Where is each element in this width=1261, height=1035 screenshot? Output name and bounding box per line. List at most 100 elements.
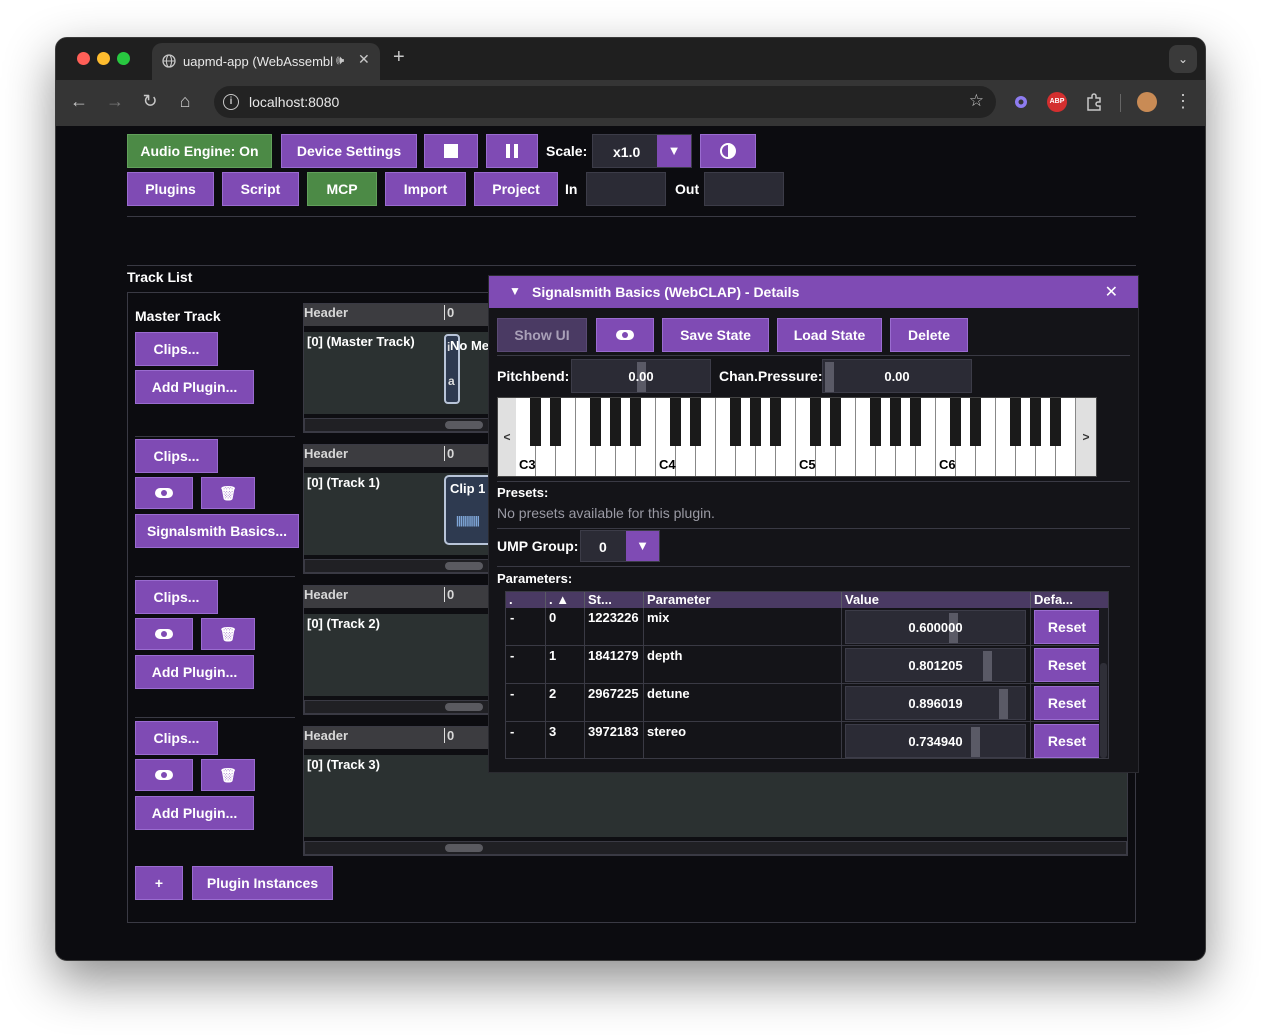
browser-tab[interactable]: uapmd-app (WebAssembl 🕪 ✕ [152, 43, 380, 80]
theme-toggle-button[interactable] [700, 134, 756, 168]
param-value-slider[interactable]: 0.896019 [845, 686, 1026, 720]
speaker-icon[interactable]: 🕪 [336, 52, 344, 68]
black-key[interactable] [1010, 398, 1021, 446]
close-window-button[interactable] [77, 52, 90, 65]
more-menu-icon[interactable]: ⋮ [1171, 91, 1195, 112]
audio-engine-toggle[interactable]: Audio Engine: On [127, 134, 272, 168]
col-header-flag[interactable]: . [506, 592, 545, 608]
abp-icon[interactable]: ABP [1047, 92, 1067, 112]
param-value-slider[interactable]: 0.600000 [845, 610, 1026, 644]
reset-button[interactable]: Reset [1034, 648, 1100, 682]
chan-pressure-slider[interactable]: 0.00 [822, 359, 972, 393]
param-value-slider[interactable]: 0.734940 [845, 724, 1026, 758]
lane-scrollbar[interactable] [304, 841, 1127, 855]
puzzle-icon[interactable] [1084, 92, 1104, 112]
black-key[interactable] [670, 398, 681, 446]
black-key[interactable] [770, 398, 781, 446]
import-button[interactable]: Import [385, 172, 466, 206]
lane-scroll-thumb[interactable] [445, 421, 483, 429]
black-key[interactable] [1030, 398, 1041, 446]
pitchbend-slider[interactable]: 0.00 [571, 359, 711, 393]
track3-bypass-toggle[interactable] [135, 759, 193, 791]
black-key[interactable] [890, 398, 901, 446]
ump-group-select[interactable]: 0 ▼ [580, 530, 660, 562]
reset-button[interactable]: Reset [1034, 686, 1100, 720]
param-value-grab[interactable] [999, 689, 1008, 719]
col-header-value[interactable]: Value [841, 592, 1030, 608]
close-tab-icon[interactable]: ✕ [358, 51, 370, 68]
scale-select[interactable]: x1.0 ▼ [592, 134, 692, 168]
scale-dropdown-button[interactable]: ▼ [657, 135, 691, 167]
black-key[interactable] [950, 398, 961, 446]
black-key[interactable] [870, 398, 881, 446]
track2-bypass-toggle[interactable] [135, 618, 193, 650]
add-track-button[interactable]: + [135, 866, 183, 900]
track3-clips-button[interactable]: Clips... [135, 721, 218, 755]
signalsmith-basics-button[interactable]: Signalsmith Basics... [135, 514, 299, 548]
black-key[interactable] [630, 398, 641, 446]
back-arrow-icon[interactable]: ← [67, 91, 91, 112]
track2-add-plugin-button[interactable]: Add Plugin... [135, 655, 254, 689]
black-key[interactable] [530, 398, 541, 446]
black-key[interactable] [550, 398, 561, 446]
avatar[interactable] [1137, 92, 1157, 112]
black-key[interactable] [590, 398, 601, 446]
lane-scroll-thumb[interactable] [445, 703, 483, 711]
chan-pressure-grab[interactable] [825, 362, 834, 392]
site-info-icon[interactable]: i [223, 94, 239, 110]
track3-add-plugin-button[interactable]: Add Plugin... [135, 796, 254, 830]
piano-scroll-left[interactable]: < [498, 398, 516, 476]
track2-delete-button[interactable]: 🗑 [201, 618, 255, 650]
out-field[interactable] [704, 172, 784, 206]
mcp-button[interactable]: MCP [307, 172, 377, 206]
track1-delete-button[interactable]: 🗑 [201, 477, 255, 509]
piano-scroll-right[interactable]: > [1076, 398, 1096, 476]
in-field[interactable] [586, 172, 666, 206]
master-clips-button[interactable]: Clips... [135, 332, 218, 366]
plugin-instances-button[interactable]: Plugin Instances [192, 866, 333, 900]
lane-scroll-thumb[interactable] [445, 844, 483, 852]
black-key[interactable] [810, 398, 821, 446]
reset-button[interactable]: Reset [1034, 610, 1100, 644]
col-header-default[interactable]: Defa... [1030, 592, 1108, 608]
track1-bypass-toggle[interactable] [135, 477, 193, 509]
save-state-button[interactable]: Save State [662, 318, 769, 352]
project-button[interactable]: Project [474, 172, 558, 206]
param-value-slider[interactable]: 0.801205 [845, 648, 1026, 682]
master-add-plugin-button[interactable]: Add Plugin... [135, 370, 254, 404]
minimize-window-button[interactable] [97, 52, 110, 65]
col-header-stable-id[interactable]: St... [584, 592, 643, 608]
param-value-grab[interactable] [971, 727, 980, 757]
black-key[interactable] [910, 398, 921, 446]
track1-clips-button[interactable]: Clips... [135, 439, 218, 473]
ump-dropdown-button[interactable]: ▼ [626, 531, 659, 561]
table-scrollbar[interactable] [1099, 608, 1108, 758]
param-value-grab[interactable] [983, 651, 992, 681]
black-key[interactable] [830, 398, 841, 446]
black-key[interactable] [750, 398, 761, 446]
home-icon[interactable]: ⌂ [173, 91, 197, 112]
close-icon[interactable]: ✕ [1105, 282, 1118, 302]
collapse-triangle-icon[interactable]: ▼ [509, 284, 521, 298]
black-key[interactable] [970, 398, 981, 446]
device-settings-button[interactable]: Device Settings [281, 134, 417, 168]
black-key[interactable] [1050, 398, 1061, 446]
forward-arrow-icon[interactable]: → [103, 91, 127, 112]
track3-delete-button[interactable]: 🗑 [201, 759, 255, 791]
details-title-bar[interactable]: ▼ Signalsmith Basics (WebCLAP) - Details… [489, 276, 1138, 308]
pause-button[interactable] [486, 134, 538, 168]
track2-clips-button[interactable]: Clips... [135, 580, 218, 614]
load-state-button[interactable]: Load State [777, 318, 882, 352]
piano-keyboard[interactable]: < > C3 C4 C5 C6 [497, 397, 1097, 477]
plugin-bypass-toggle[interactable] [596, 318, 654, 352]
show-ui-button[interactable]: Show UI [497, 318, 587, 352]
reset-button[interactable]: Reset [1034, 724, 1100, 758]
address-bar[interactable]: i localhost:8080 ☆ [214, 86, 996, 118]
reload-icon[interactable]: ↻ [138, 91, 162, 112]
black-key[interactable] [730, 398, 741, 446]
white-keys[interactable] [516, 398, 1076, 476]
black-key[interactable] [610, 398, 621, 446]
delete-plugin-button[interactable]: Delete [890, 318, 968, 352]
new-tab-button[interactable]: + [393, 46, 405, 69]
table-scroll-thumb[interactable] [1100, 663, 1107, 758]
